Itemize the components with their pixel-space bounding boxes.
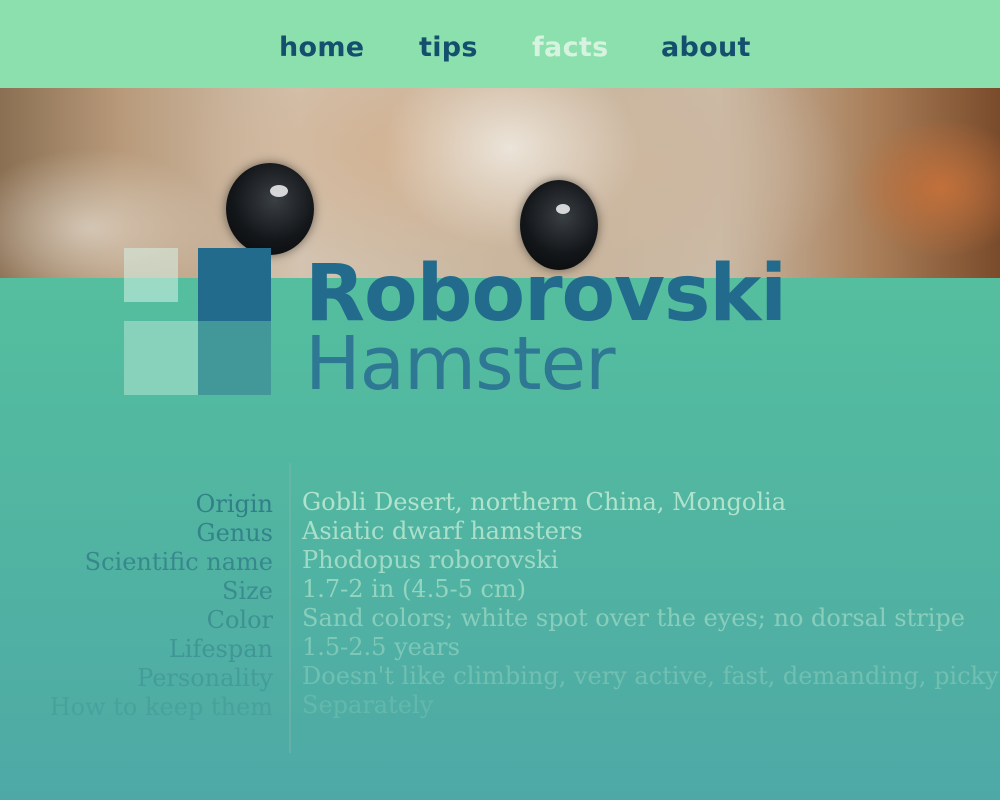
fact-value-scientific-name: Phodopus roborovski [302, 546, 559, 574]
fact-label-size: Size [222, 577, 273, 605]
top-navigation: home tips facts about [0, 0, 1000, 88]
fact-value-genus: Asiatic dwarf hamsters [302, 517, 583, 545]
logo-square-top-right [198, 248, 271, 321]
hamster-left-eye [226, 163, 314, 255]
hero-fur-center [380, 88, 640, 248]
fact-label-lifespan: Lifespan [168, 635, 273, 663]
fact-label-color: Color [206, 606, 273, 634]
fact-label-how-to-keep: How to keep them [49, 693, 273, 721]
page-title-line2: Hamster [305, 321, 616, 407]
fact-value-size: 1.7-2 in (4.5-5 cm) [302, 575, 527, 603]
facts-divider [289, 463, 291, 753]
logo-square-bottom-left [124, 321, 198, 395]
logo-square-bottom-right [198, 321, 271, 395]
nav-facts-link[interactable]: facts [532, 28, 608, 68]
fact-value-color: Sand colors; white spot over the eyes; n… [302, 604, 965, 632]
fact-value-lifespan: 1.5-2.5 years [302, 633, 460, 661]
fact-value-how-to-keep: Separately [302, 691, 434, 719]
fact-label-genus: Genus [196, 519, 273, 547]
hero-fur-left [0, 148, 220, 278]
fact-value-personality: Doesn't like climbing, very active, fast… [302, 662, 999, 690]
nav-about-link[interactable]: about [661, 28, 751, 68]
nav-home-link[interactable]: home [279, 28, 364, 68]
fact-label-origin: Origin [195, 490, 273, 518]
fact-label-scientific-name: Scientific name [84, 548, 273, 576]
fact-label-personality: Personality [137, 664, 273, 692]
fact-value-origin: Gobli Desert, northern China, Mongolia [302, 488, 787, 516]
nav-tips-link[interactable]: tips [419, 28, 478, 68]
logo-square-top-left [124, 248, 178, 302]
